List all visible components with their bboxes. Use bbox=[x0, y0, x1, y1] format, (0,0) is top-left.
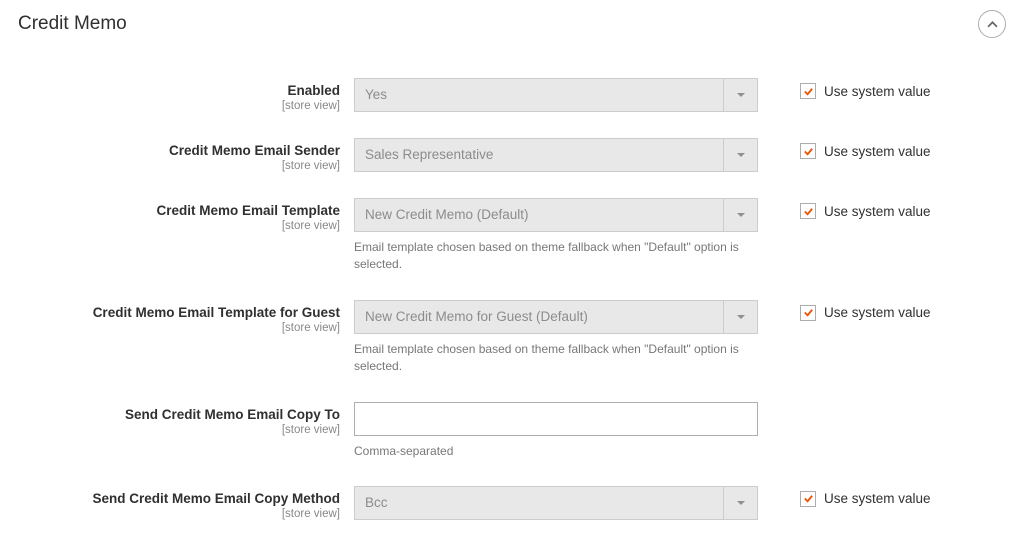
use-system-checkbox[interactable] bbox=[800, 143, 816, 159]
chevron-down-icon bbox=[723, 487, 757, 519]
use-system-checkbox[interactable] bbox=[800, 305, 816, 321]
label-col: Enabled [store view] bbox=[18, 78, 354, 112]
chevron-down-icon bbox=[723, 139, 757, 171]
sender-select: Sales Representative bbox=[354, 138, 758, 172]
row-enabled: Enabled [store view] Yes Use system valu… bbox=[18, 78, 1006, 112]
field-label: Credit Memo Email Template bbox=[156, 203, 340, 218]
field-scope: [store view] bbox=[18, 220, 340, 232]
collapse-icon[interactable] bbox=[978, 10, 1006, 38]
field-note: Email template chosen based on theme fal… bbox=[354, 341, 758, 376]
label-col: Credit Memo Email Template for Guest [st… bbox=[18, 300, 354, 334]
field-note: Comma-separated bbox=[354, 443, 758, 460]
use-system-checkbox[interactable] bbox=[800, 203, 816, 219]
control-col: Sales Representative bbox=[354, 138, 758, 172]
field-scope: [store view] bbox=[18, 160, 340, 172]
field-scope: [store view] bbox=[18, 424, 340, 436]
use-system-label: Use system value bbox=[824, 305, 931, 320]
enabled-select: Yes bbox=[354, 78, 758, 112]
system-col: Use system value bbox=[758, 138, 1006, 159]
control-col: Yes bbox=[354, 78, 758, 112]
control-col: Bcc bbox=[354, 486, 758, 520]
field-scope: [store view] bbox=[18, 508, 340, 520]
use-system-label: Use system value bbox=[824, 204, 931, 219]
section-header[interactable]: Credit Memo bbox=[18, 10, 1006, 42]
use-system-checkbox[interactable] bbox=[800, 83, 816, 99]
label-col: Send Credit Memo Email Copy To [store vi… bbox=[18, 402, 354, 436]
field-note: Email template chosen based on theme fal… bbox=[354, 239, 758, 274]
system-col bbox=[758, 402, 1006, 407]
field-scope: [store view] bbox=[18, 100, 340, 112]
use-system-checkbox[interactable] bbox=[800, 491, 816, 507]
control-col: New Credit Memo for Guest (Default) Emai… bbox=[354, 300, 758, 376]
template-guest-select: New Credit Memo for Guest (Default) bbox=[354, 300, 758, 334]
row-template-guest: Credit Memo Email Template for Guest [st… bbox=[18, 300, 1006, 376]
select-value: New Credit Memo for Guest (Default) bbox=[355, 301, 723, 333]
label-col: Credit Memo Email Sender [store view] bbox=[18, 138, 354, 172]
use-system-label: Use system value bbox=[824, 491, 931, 506]
label-col: Credit Memo Email Template [store view] bbox=[18, 198, 354, 232]
chevron-down-icon bbox=[723, 301, 757, 333]
field-label: Credit Memo Email Sender bbox=[169, 143, 340, 158]
system-col: Use system value bbox=[758, 78, 1006, 99]
field-label: Send Credit Memo Email Copy To bbox=[125, 407, 340, 422]
copy-to-input[interactable] bbox=[354, 402, 758, 436]
label-col: Send Credit Memo Email Copy Method [stor… bbox=[18, 486, 354, 520]
copy-method-select: Bcc bbox=[354, 486, 758, 520]
row-copy-to: Send Credit Memo Email Copy To [store vi… bbox=[18, 402, 1006, 460]
select-value: Yes bbox=[355, 79, 723, 111]
chevron-down-icon bbox=[723, 79, 757, 111]
template-select: New Credit Memo (Default) bbox=[354, 198, 758, 232]
select-value: Bcc bbox=[355, 487, 723, 519]
row-template: Credit Memo Email Template [store view] … bbox=[18, 198, 1006, 274]
control-col: Comma-separated bbox=[354, 402, 758, 460]
select-value: Sales Representative bbox=[355, 139, 723, 171]
use-system-label: Use system value bbox=[824, 144, 931, 159]
control-col: New Credit Memo (Default) Email template… bbox=[354, 198, 758, 274]
select-value: New Credit Memo (Default) bbox=[355, 199, 723, 231]
row-copy-method: Send Credit Memo Email Copy Method [stor… bbox=[18, 486, 1006, 520]
use-system-label: Use system value bbox=[824, 84, 931, 99]
field-label: Send Credit Memo Email Copy Method bbox=[92, 491, 340, 506]
field-label: Enabled bbox=[287, 83, 340, 98]
chevron-down-icon bbox=[723, 199, 757, 231]
system-col: Use system value bbox=[758, 198, 1006, 219]
system-col: Use system value bbox=[758, 300, 1006, 321]
field-label: Credit Memo Email Template for Guest bbox=[93, 305, 340, 320]
system-col: Use system value bbox=[758, 486, 1006, 507]
section-title: Credit Memo bbox=[18, 13, 127, 35]
field-scope: [store view] bbox=[18, 322, 340, 334]
row-sender: Credit Memo Email Sender [store view] Sa… bbox=[18, 138, 1006, 172]
